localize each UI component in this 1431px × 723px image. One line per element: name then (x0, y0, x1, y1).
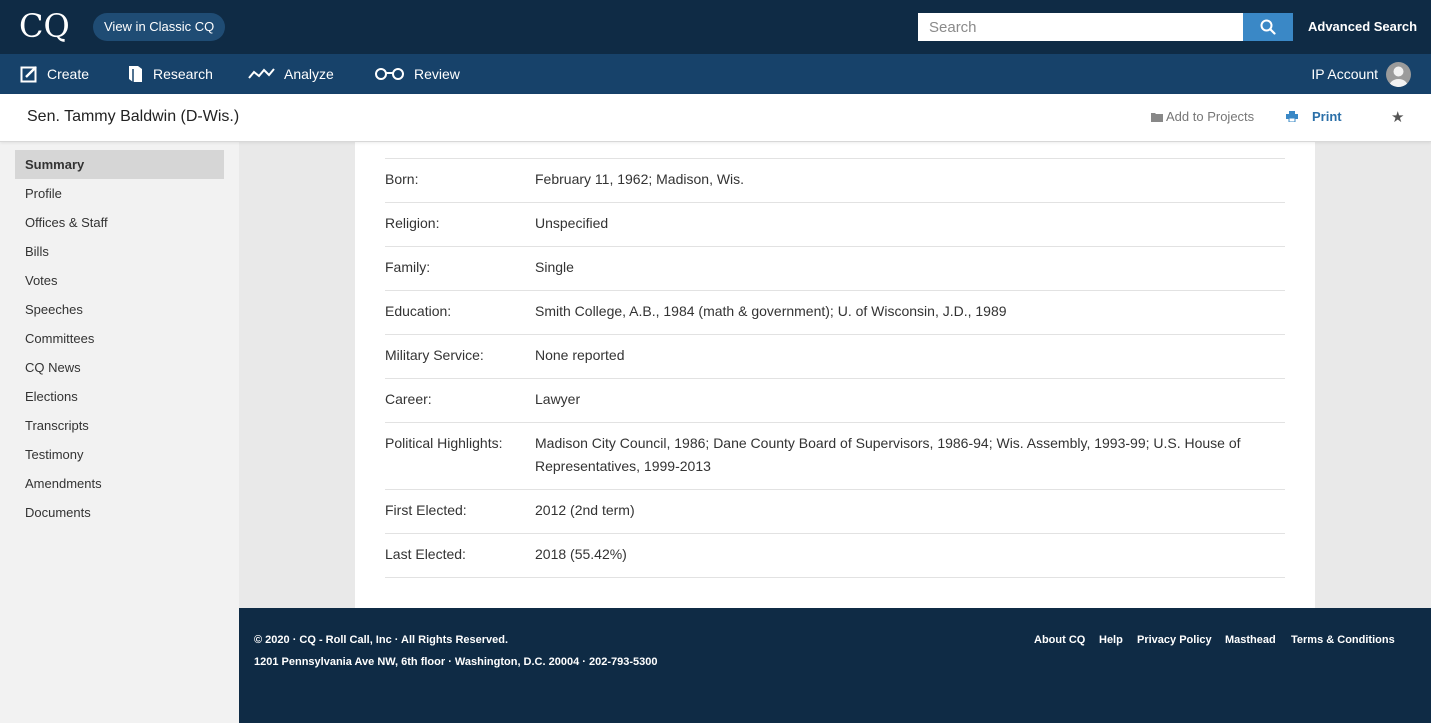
main-nav: Create Research Analyze Review IP Accoun… (0, 54, 1431, 94)
nav-create[interactable]: Create (20, 54, 89, 94)
row-label: Born: (385, 171, 419, 187)
profile-row-first-elected: First Elected: 2012 (2nd term) (385, 489, 1285, 533)
sidebar-item-committees[interactable]: Committees (15, 324, 224, 353)
sidebar-item-speeches[interactable]: Speeches (15, 295, 224, 324)
row-value: Madison City Council, 1986; Dane County … (535, 435, 1241, 474)
sidebar-item-testimony[interactable]: Testimony (15, 440, 224, 469)
row-label: Military Service: (385, 347, 484, 363)
nav-review[interactable]: Review (374, 54, 460, 94)
divider (385, 577, 1285, 578)
footer-link-privacy[interactable]: Privacy Policy (1137, 634, 1212, 646)
advanced-search-link[interactable]: Advanced Search (1308, 19, 1417, 34)
print-button[interactable]: Print (1286, 109, 1342, 124)
nav-review-label: Review (414, 66, 460, 82)
nav-analyze[interactable]: Analyze (248, 54, 334, 94)
sidebar-item-documents[interactable]: Documents (15, 498, 224, 527)
profile-row-religion: Religion: Unspecified (385, 202, 1285, 246)
profile-row-family: Family: Single (385, 246, 1285, 290)
row-value: February 11, 1962; Madison, Wis. (535, 171, 745, 187)
row-value: 2012 (2nd term) (535, 502, 635, 518)
sidebar: Summary Profile Offices & Staff Bills Vo… (0, 142, 239, 723)
sidebar-item-bills[interactable]: Bills (15, 237, 224, 266)
top-bar: CQ View in Classic CQ Advanced Search (0, 0, 1431, 54)
footer-link-masthead[interactable]: Masthead (1225, 634, 1276, 646)
view-classic-button[interactable]: View in Classic CQ (93, 13, 226, 41)
profile-row-last-elected: Last Elected: 2018 (55.42%) (385, 533, 1285, 577)
row-value: None reported (535, 347, 625, 363)
nav-research-label: Research (153, 66, 213, 82)
glasses-icon (375, 68, 404, 80)
add-to-projects-button[interactable]: Add to Projects (1151, 109, 1254, 124)
book-icon (129, 66, 142, 82)
sidebar-item-votes[interactable]: Votes (15, 266, 224, 295)
search-button[interactable] (1243, 13, 1293, 41)
title-bar: Sen. Tammy Baldwin (D-Wis.) Add to Proje… (0, 94, 1431, 142)
profile-row-career: Career: Lawyer (385, 378, 1285, 422)
address-text: 1201 Pennsylvania Ave NW, 6th floor · Wa… (254, 656, 658, 668)
sidebar-item-summary[interactable]: Summary (15, 150, 224, 179)
nav-create-label: Create (47, 66, 90, 82)
sidebar-item-amendments[interactable]: Amendments (15, 469, 224, 498)
nav-research[interactable]: Research (128, 54, 213, 94)
row-value: Single (535, 259, 574, 275)
user-icon (1389, 66, 1408, 87)
svg-text:CQ: CQ (19, 8, 70, 44)
cq-logo[interactable]: CQ (19, 7, 71, 45)
profile-row-born: Born: February 11, 1962; Madison, Wis. (385, 158, 1285, 202)
row-label: Career: (385, 391, 432, 407)
row-value: 2018 (55.42%) (535, 546, 627, 562)
sidebar-item-cq-news[interactable]: CQ News (15, 353, 224, 382)
printer-icon (1286, 111, 1298, 122)
profile-row-military: Military Service: None reported (385, 334, 1285, 378)
row-label: Last Elected: (385, 546, 466, 562)
line-chart-icon (248, 68, 275, 79)
print-label: Print (1312, 109, 1342, 124)
row-label: Political Highlights: (385, 435, 503, 451)
favorite-star-icon[interactable]: ★ (1391, 108, 1404, 126)
profile-row-political: Political Highlights: Madison City Counc… (385, 422, 1285, 489)
search-input[interactable] (918, 13, 1244, 41)
row-label: Religion: (385, 215, 440, 231)
footer-link-help[interactable]: Help (1099, 634, 1123, 646)
folder-icon (1151, 112, 1163, 122)
nav-analyze-label: Analyze (284, 66, 334, 82)
row-label: First Elected: (385, 502, 467, 518)
row-label: Education: (385, 303, 452, 319)
footer-link-terms[interactable]: Terms & Conditions (1291, 634, 1395, 646)
copyright-text: © 2020 · CQ - Roll Call, Inc · All Right… (254, 634, 509, 646)
footer-link-about[interactable]: About CQ (1034, 634, 1085, 646)
page-title: Sen. Tammy Baldwin (D-Wis.) (27, 108, 240, 125)
row-value: Unspecified (535, 215, 609, 231)
profile-row-education: Education: Smith College, A.B., 1984 (ma… (385, 290, 1285, 334)
row-value: Lawyer (535, 391, 581, 407)
footer: © 2020 · CQ - Roll Call, Inc · All Right… (239, 608, 1431, 723)
edit-icon (20, 66, 37, 83)
avatar[interactable] (1386, 62, 1411, 87)
row-value: Smith College, A.B., 1984 (math & govern… (535, 303, 1007, 319)
add-to-projects-label: Add to Projects (1166, 109, 1255, 124)
row-label: Family: (385, 259, 431, 275)
search-icon (1260, 19, 1276, 35)
sidebar-item-offices-staff[interactable]: Offices & Staff (15, 208, 224, 237)
sidebar-item-transcripts[interactable]: Transcripts (15, 411, 224, 440)
sidebar-item-profile[interactable]: Profile (15, 179, 224, 208)
sidebar-item-elections[interactable]: Elections (15, 382, 224, 411)
ip-account-menu[interactable]: IP Account (1311, 54, 1378, 94)
